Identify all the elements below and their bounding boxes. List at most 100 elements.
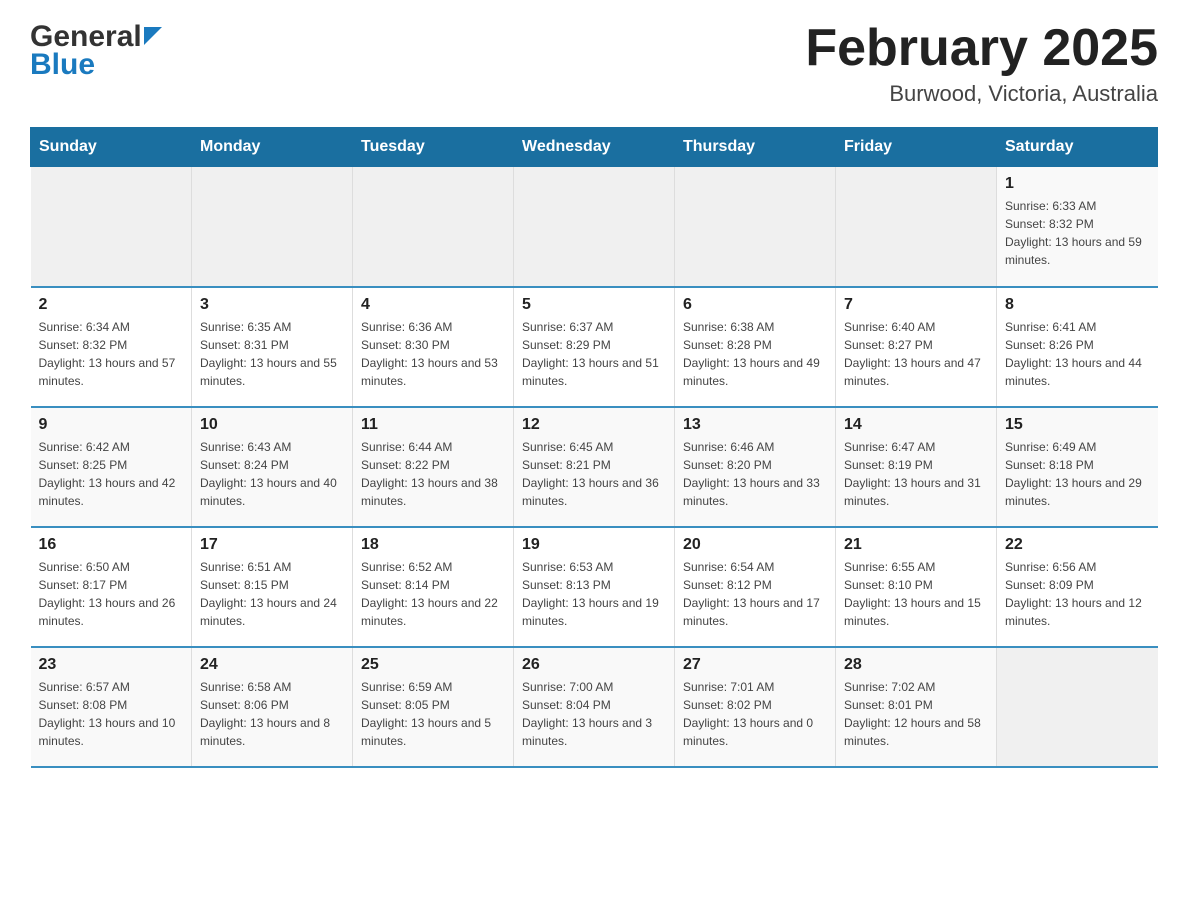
title-area: February 2025 Burwood, Victoria, Austral… — [805, 20, 1158, 107]
cell-week4-day1: 17Sunrise: 6:51 AM Sunset: 8:15 PM Dayli… — [192, 527, 353, 647]
calendar-table: Sunday Monday Tuesday Wednesday Thursday… — [30, 127, 1158, 768]
cell-week5-day3: 26 Sunrise: 7:00 AM Sunset: 8:04 PM Dayli… — [514, 647, 675, 767]
day-info: Sunrise: 6:44 AM Sunset: 8:22 PM Dayligh… — [361, 438, 505, 510]
cell-week2-day0: 2 Sunrise: 6:34 AM Sunset: 8:32 PM Daylig… — [31, 287, 192, 407]
col-friday: Friday — [836, 128, 997, 167]
cell-week3-day4: 13 Sunrise: 6:46 AM Sunset: 8:20 PM Dayli… — [675, 407, 836, 527]
day-info: Sunrise: 6:47 AM Sunset: 8:19 PM Dayligh… — [844, 438, 988, 510]
day-info: Sunrise: 6:40 AM Sunset: 8:27 PM Dayligh… — [844, 318, 988, 390]
col-tuesday: Tuesday — [353, 128, 514, 167]
cell-week3-day1: 10Sunrise: 6:43 AM Sunset: 8:24 PM Dayli… — [192, 407, 353, 527]
cell-week1-day0 — [31, 167, 192, 287]
col-monday: Monday — [192, 128, 353, 167]
day-number: 1 — [1005, 175, 1150, 193]
day-info: Sunrise: 6:42 AM Sunset: 8:25 PM Dayligh… — [39, 438, 184, 510]
day-info: Sunrise: 6:49 AM Sunset: 8:18 PM Dayligh… — [1005, 438, 1150, 510]
cell-week2-day1: 3 Sunrise: 6:35 AM Sunset: 8:31 PM Daylig… — [192, 287, 353, 407]
day-number: 14 — [844, 416, 988, 434]
day-info: Sunrise: 6:53 AM Sunset: 8:13 PM Dayligh… — [522, 558, 666, 630]
day-info: Sunrise: 6:34 AM Sunset: 8:32 PM Dayligh… — [39, 318, 184, 390]
cell-week5-day6 — [997, 647, 1158, 767]
day-number: 3 — [200, 296, 344, 314]
day-info: Sunrise: 7:00 AM Sunset: 8:04 PM Dayligh… — [522, 678, 666, 750]
day-info: Sunrise: 6:54 AM Sunset: 8:12 PM Dayligh… — [683, 558, 827, 630]
cell-week3-day5: 14 Sunrise: 6:47 AM Sunset: 8:19 PM Dayli… — [836, 407, 997, 527]
cell-week4-day3: 19Sunrise: 6:53 AM Sunset: 8:13 PM Dayli… — [514, 527, 675, 647]
week-row-3: 9 Sunrise: 6:42 AM Sunset: 8:25 PM Daylig… — [31, 407, 1158, 527]
col-wednesday: Wednesday — [514, 128, 675, 167]
cell-week1-day1 — [192, 167, 353, 287]
logo-arrow-icon — [144, 27, 162, 50]
day-number: 6 — [683, 296, 827, 314]
cell-week3-day3: 12 Sunrise: 6:45 AM Sunset: 8:21 PM Dayli… — [514, 407, 675, 527]
cell-week5-day4: 27 Sunrise: 7:01 AM Sunset: 8:02 PM Dayli… — [675, 647, 836, 767]
day-number: 11 — [361, 416, 505, 434]
location-subtitle: Burwood, Victoria, Australia — [805, 81, 1158, 107]
cell-week4-day5: 21 Sunrise: 6:55 AM Sunset: 8:10 PM Dayli… — [836, 527, 997, 647]
day-number: 7 — [844, 296, 988, 314]
cell-week1-day4 — [675, 167, 836, 287]
day-number: 8 — [1005, 296, 1150, 314]
week-row-1: 1 Sunrise: 6:33 AM Sunset: 8:32 PM Daylig… — [31, 167, 1158, 287]
day-number: 27 — [683, 656, 827, 674]
cell-week4-day2: 18 Sunrise: 6:52 AM Sunset: 8:14 PM Dayli… — [353, 527, 514, 647]
week-row-2: 2 Sunrise: 6:34 AM Sunset: 8:32 PM Daylig… — [31, 287, 1158, 407]
day-number: 23 — [39, 656, 184, 674]
day-info: Sunrise: 7:02 AM Sunset: 8:01 PM Dayligh… — [844, 678, 988, 750]
day-number: 26 — [522, 656, 666, 674]
day-number: 18 — [361, 536, 505, 554]
day-number: 12 — [522, 416, 666, 434]
day-number: 20 — [683, 536, 827, 554]
day-number: 4 — [361, 296, 505, 314]
cell-week5-day2: 25Sunrise: 6:59 AM Sunset: 8:05 PM Dayli… — [353, 647, 514, 767]
col-saturday: Saturday — [997, 128, 1158, 167]
day-info: Sunrise: 6:51 AM Sunset: 8:15 PM Dayligh… — [200, 558, 344, 630]
cell-week2-day2: 4 Sunrise: 6:36 AM Sunset: 8:30 PM Daylig… — [353, 287, 514, 407]
day-number: 5 — [522, 296, 666, 314]
day-number: 13 — [683, 416, 827, 434]
cell-week3-day2: 11 Sunrise: 6:44 AM Sunset: 8:22 PM Dayli… — [353, 407, 514, 527]
day-number: 22 — [1005, 536, 1150, 554]
day-info: Sunrise: 6:33 AM Sunset: 8:32 PM Dayligh… — [1005, 197, 1150, 269]
day-info: Sunrise: 6:41 AM Sunset: 8:26 PM Dayligh… — [1005, 318, 1150, 390]
day-info: Sunrise: 6:43 AM Sunset: 8:24 PM Dayligh… — [200, 438, 344, 510]
day-info: Sunrise: 6:59 AM Sunset: 8:05 PM Dayligh… — [361, 678, 505, 750]
day-info: Sunrise: 6:35 AM Sunset: 8:31 PM Dayligh… — [200, 318, 344, 390]
header-row: Sunday Monday Tuesday Wednesday Thursday… — [31, 128, 1158, 167]
day-info: Sunrise: 6:57 AM Sunset: 8:08 PM Dayligh… — [39, 678, 184, 750]
day-number: 16 — [39, 536, 184, 554]
day-info: Sunrise: 6:52 AM Sunset: 8:14 PM Dayligh… — [361, 558, 505, 630]
day-number: 9 — [39, 416, 184, 434]
day-number: 2 — [39, 296, 184, 314]
cell-week2-day3: 5Sunrise: 6:37 AM Sunset: 8:29 PM Daylig… — [514, 287, 675, 407]
cell-week1-day5 — [836, 167, 997, 287]
page-header: General Blue February 2025 Burwood, Vict… — [30, 20, 1158, 107]
day-info: Sunrise: 6:36 AM Sunset: 8:30 PM Dayligh… — [361, 318, 505, 390]
day-number: 15 — [1005, 416, 1150, 434]
cell-week5-day0: 23 Sunrise: 6:57 AM Sunset: 8:08 PM Dayli… — [31, 647, 192, 767]
day-info: Sunrise: 6:46 AM Sunset: 8:20 PM Dayligh… — [683, 438, 827, 510]
cell-week1-day2 — [353, 167, 514, 287]
cell-week2-day4: 6Sunrise: 6:38 AM Sunset: 8:28 PM Daylig… — [675, 287, 836, 407]
cell-week5-day5: 28 Sunrise: 7:02 AM Sunset: 8:01 PM Dayli… — [836, 647, 997, 767]
cell-week4-day6: 22 Sunrise: 6:56 AM Sunset: 8:09 PM Dayli… — [997, 527, 1158, 647]
day-number: 24 — [200, 656, 344, 674]
week-row-4: 16 Sunrise: 6:50 AM Sunset: 8:17 PM Dayli… — [31, 527, 1158, 647]
cell-week5-day1: 24Sunrise: 6:58 AM Sunset: 8:06 PM Dayli… — [192, 647, 353, 767]
day-number: 21 — [844, 536, 988, 554]
day-info: Sunrise: 7:01 AM Sunset: 8:02 PM Dayligh… — [683, 678, 827, 750]
day-info: Sunrise: 6:50 AM Sunset: 8:17 PM Dayligh… — [39, 558, 184, 630]
day-info: Sunrise: 6:56 AM Sunset: 8:09 PM Dayligh… — [1005, 558, 1150, 630]
col-sunday: Sunday — [31, 128, 192, 167]
cell-week4-day0: 16 Sunrise: 6:50 AM Sunset: 8:17 PM Dayli… — [31, 527, 192, 647]
day-info: Sunrise: 6:45 AM Sunset: 8:21 PM Dayligh… — [522, 438, 666, 510]
cell-week4-day4: 20 Sunrise: 6:54 AM Sunset: 8:12 PM Dayli… — [675, 527, 836, 647]
day-info: Sunrise: 6:55 AM Sunset: 8:10 PM Dayligh… — [844, 558, 988, 630]
day-number: 28 — [844, 656, 988, 674]
month-title: February 2025 — [805, 20, 1158, 77]
col-thursday: Thursday — [675, 128, 836, 167]
logo-blue-text: Blue — [30, 48, 95, 82]
cell-week1-day3 — [514, 167, 675, 287]
logo: General Blue — [30, 20, 162, 82]
cell-week2-day5: 7 Sunrise: 6:40 AM Sunset: 8:27 PM Daylig… — [836, 287, 997, 407]
